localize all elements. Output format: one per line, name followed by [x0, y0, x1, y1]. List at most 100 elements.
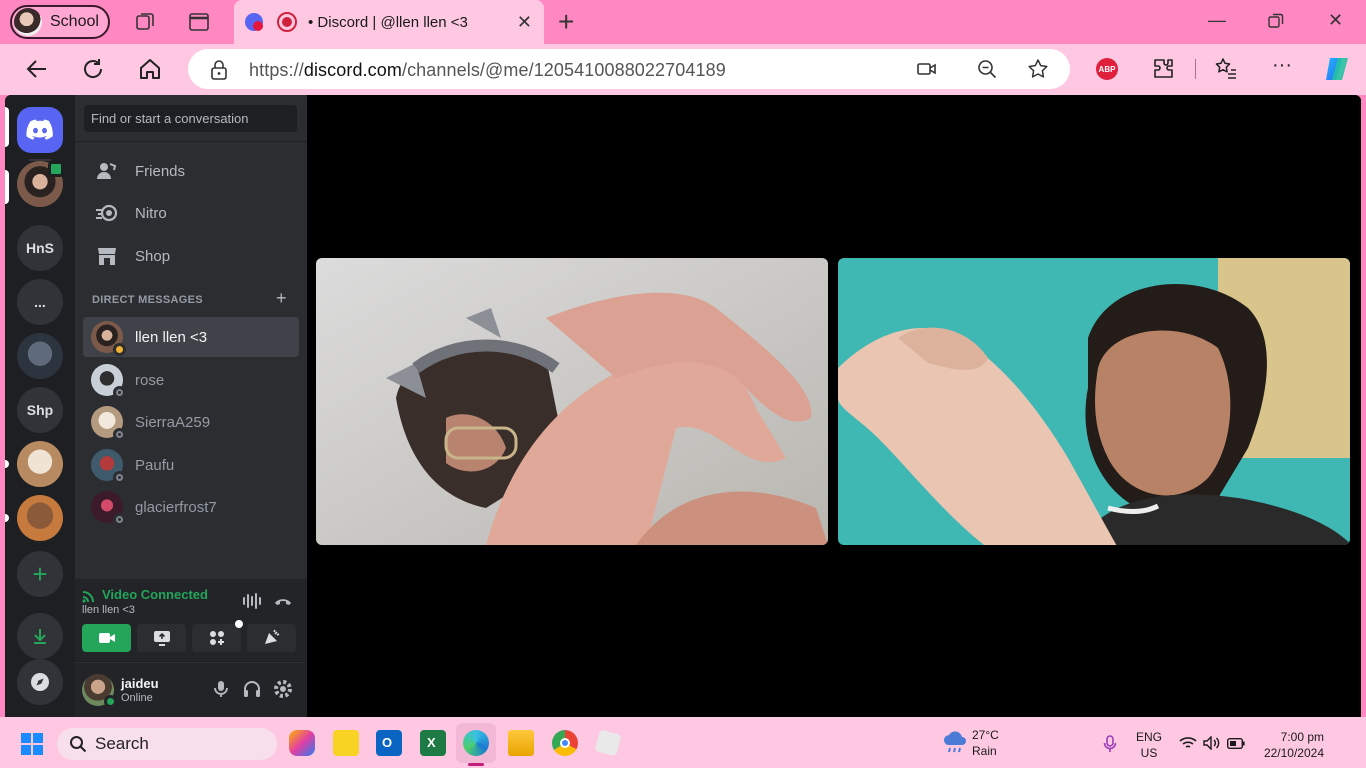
server-dog[interactable]	[17, 441, 63, 487]
avatar	[91, 491, 126, 526]
copilot-app-icon[interactable]	[289, 730, 315, 756]
lang-bottom: US	[1140, 746, 1158, 760]
restore-icon[interactable]	[1268, 13, 1284, 29]
adblock-extension-icon[interactable]: ABP	[1096, 58, 1118, 80]
settings-gear-icon[interactable]	[273, 679, 293, 699]
browser-tab-strip: School • Discord | @llen llen <3 ✕ + — ✕	[0, 0, 1366, 44]
zoom-out-icon[interactable]	[977, 59, 997, 79]
camera-icon	[98, 633, 115, 643]
shop-icon	[95, 244, 119, 268]
connection-signal-icon[interactable]	[82, 588, 97, 603]
windows-taskbar: Search O X 27°C Rain ENG US 7:00 pm 22/1…	[0, 717, 1366, 768]
back-icon[interactable]	[24, 56, 50, 82]
edge-icon[interactable]	[463, 730, 489, 756]
weather-desc: Rain	[972, 744, 997, 758]
tab-title: • Discord | @llen llen <3	[308, 13, 468, 31]
voice-channel[interactable]: llen llen <3	[82, 604, 135, 616]
username[interactable]: jaideu	[121, 676, 159, 691]
recording-icon	[277, 12, 297, 32]
address-bar[interactable]: https://discord.com/channels/@me/1205410…	[188, 49, 1070, 89]
copilot-icon[interactable]	[1322, 54, 1352, 84]
toolbar-divider	[1195, 59, 1196, 79]
dm-name: llen llen <3	[135, 328, 208, 346]
weather-temp: 27°C	[972, 728, 999, 742]
dm-paufu[interactable]: Paufu	[83, 445, 299, 485]
roblox-icon[interactable]	[594, 729, 622, 757]
soundboard-button[interactable]	[247, 624, 296, 652]
camera-toggle-button[interactable]	[82, 624, 131, 652]
outlook-icon[interactable]: O	[376, 730, 402, 756]
favorites-icon[interactable]	[1213, 56, 1239, 82]
nitro-icon	[95, 201, 119, 225]
camera-permission-icon[interactable]	[917, 60, 937, 78]
dm-glacierfrost[interactable]: glacierfrost7	[83, 487, 299, 527]
server-face[interactable]	[17, 495, 63, 541]
discord-favicon-icon	[245, 13, 263, 31]
download-apps-button[interactable]	[17, 613, 63, 659]
home-indicator	[5, 107, 9, 147]
tab-discord[interactable]: • Discord | @llen llen <3 ✕	[234, 0, 544, 44]
clock[interactable]: 7:00 pm 22/10/2024	[1258, 729, 1324, 761]
tab-close-icon[interactable]: ✕	[517, 12, 532, 33]
dm-name: Paufu	[135, 456, 175, 474]
discover-button[interactable]	[17, 659, 63, 705]
weather-widget[interactable]: 27°C Rain	[972, 727, 999, 759]
close-window-icon[interactable]: ✕	[1328, 10, 1343, 31]
volume-icon[interactable]	[1203, 736, 1221, 750]
vertical-tabs-icon[interactable]	[188, 11, 210, 33]
server-shp[interactable]: Shp	[17, 387, 63, 433]
lang-top: ENG	[1136, 730, 1163, 744]
lock-icon[interactable]	[210, 60, 228, 80]
profile-avatar	[14, 8, 42, 36]
microphone-icon[interactable]	[211, 679, 231, 699]
server-hns[interactable]: HnS	[17, 225, 63, 271]
video-tile-llen[interactable]	[316, 258, 828, 545]
nav-shop[interactable]: Shop	[83, 236, 299, 276]
dm-name: glacierfrost7	[135, 498, 217, 516]
file-explorer-icon[interactable]	[508, 730, 534, 756]
taskbar-search[interactable]: Search	[57, 728, 277, 760]
download-icon	[34, 629, 46, 644]
add-server-icon[interactable]: +	[17, 551, 63, 597]
voice-status[interactable]: Video Connected	[102, 587, 208, 602]
favorite-star-icon[interactable]	[1027, 58, 1049, 80]
home-icon[interactable]	[137, 56, 163, 82]
extensions-icon[interactable]	[1151, 56, 1177, 82]
chrome-icon[interactable]	[552, 730, 578, 756]
dm-rose[interactable]: rose	[83, 360, 299, 400]
language-indicator[interactable]: ENG US	[1136, 729, 1162, 761]
microphone-in-use-icon[interactable]	[1103, 735, 1117, 753]
windows-start-icon[interactable]	[21, 733, 43, 755]
wifi-icon[interactable]	[1179, 736, 1197, 750]
activities-button[interactable]	[192, 624, 241, 652]
refresh-icon[interactable]	[80, 56, 106, 82]
create-dm-icon[interactable]: +	[276, 288, 287, 309]
video-tile-self[interactable]	[838, 258, 1350, 545]
active-app-indicator	[468, 763, 484, 766]
user-panel: jaideu Online	[75, 663, 307, 717]
workspaces-icon[interactable]	[134, 11, 156, 33]
battery-icon[interactable]	[1227, 738, 1245, 749]
more-options-icon[interactable]: ···	[1272, 54, 1292, 77]
profile-label: School	[50, 13, 99, 30]
dm-llen[interactable]: llen llen <3	[83, 317, 299, 357]
avatar	[91, 406, 126, 441]
server-helmet[interactable]	[17, 333, 63, 379]
excel-icon[interactable]: X	[420, 730, 446, 756]
sidebar-divider	[75, 141, 307, 142]
disconnect-icon[interactable]	[273, 593, 293, 609]
noise-suppression-icon[interactable]	[242, 593, 262, 609]
nav-nitro[interactable]: Nitro	[83, 193, 299, 233]
discord-home-button[interactable]	[17, 107, 63, 153]
nav-friends[interactable]: Friends	[83, 151, 299, 191]
screen-share-button[interactable]	[137, 624, 186, 652]
new-tab-icon[interactable]: +	[558, 6, 574, 38]
server-more[interactable]: ...	[17, 279, 63, 325]
sticky-notes-icon[interactable]	[333, 730, 359, 756]
profile-button[interactable]: School	[10, 5, 110, 39]
dm-sierra[interactable]: SierraA259	[83, 402, 299, 442]
headphones-icon[interactable]	[242, 679, 262, 699]
weather-rain-icon[interactable]	[942, 731, 968, 755]
minimize-icon[interactable]: —	[1208, 10, 1226, 31]
search-input[interactable]: Find or start a conversation	[84, 105, 297, 132]
